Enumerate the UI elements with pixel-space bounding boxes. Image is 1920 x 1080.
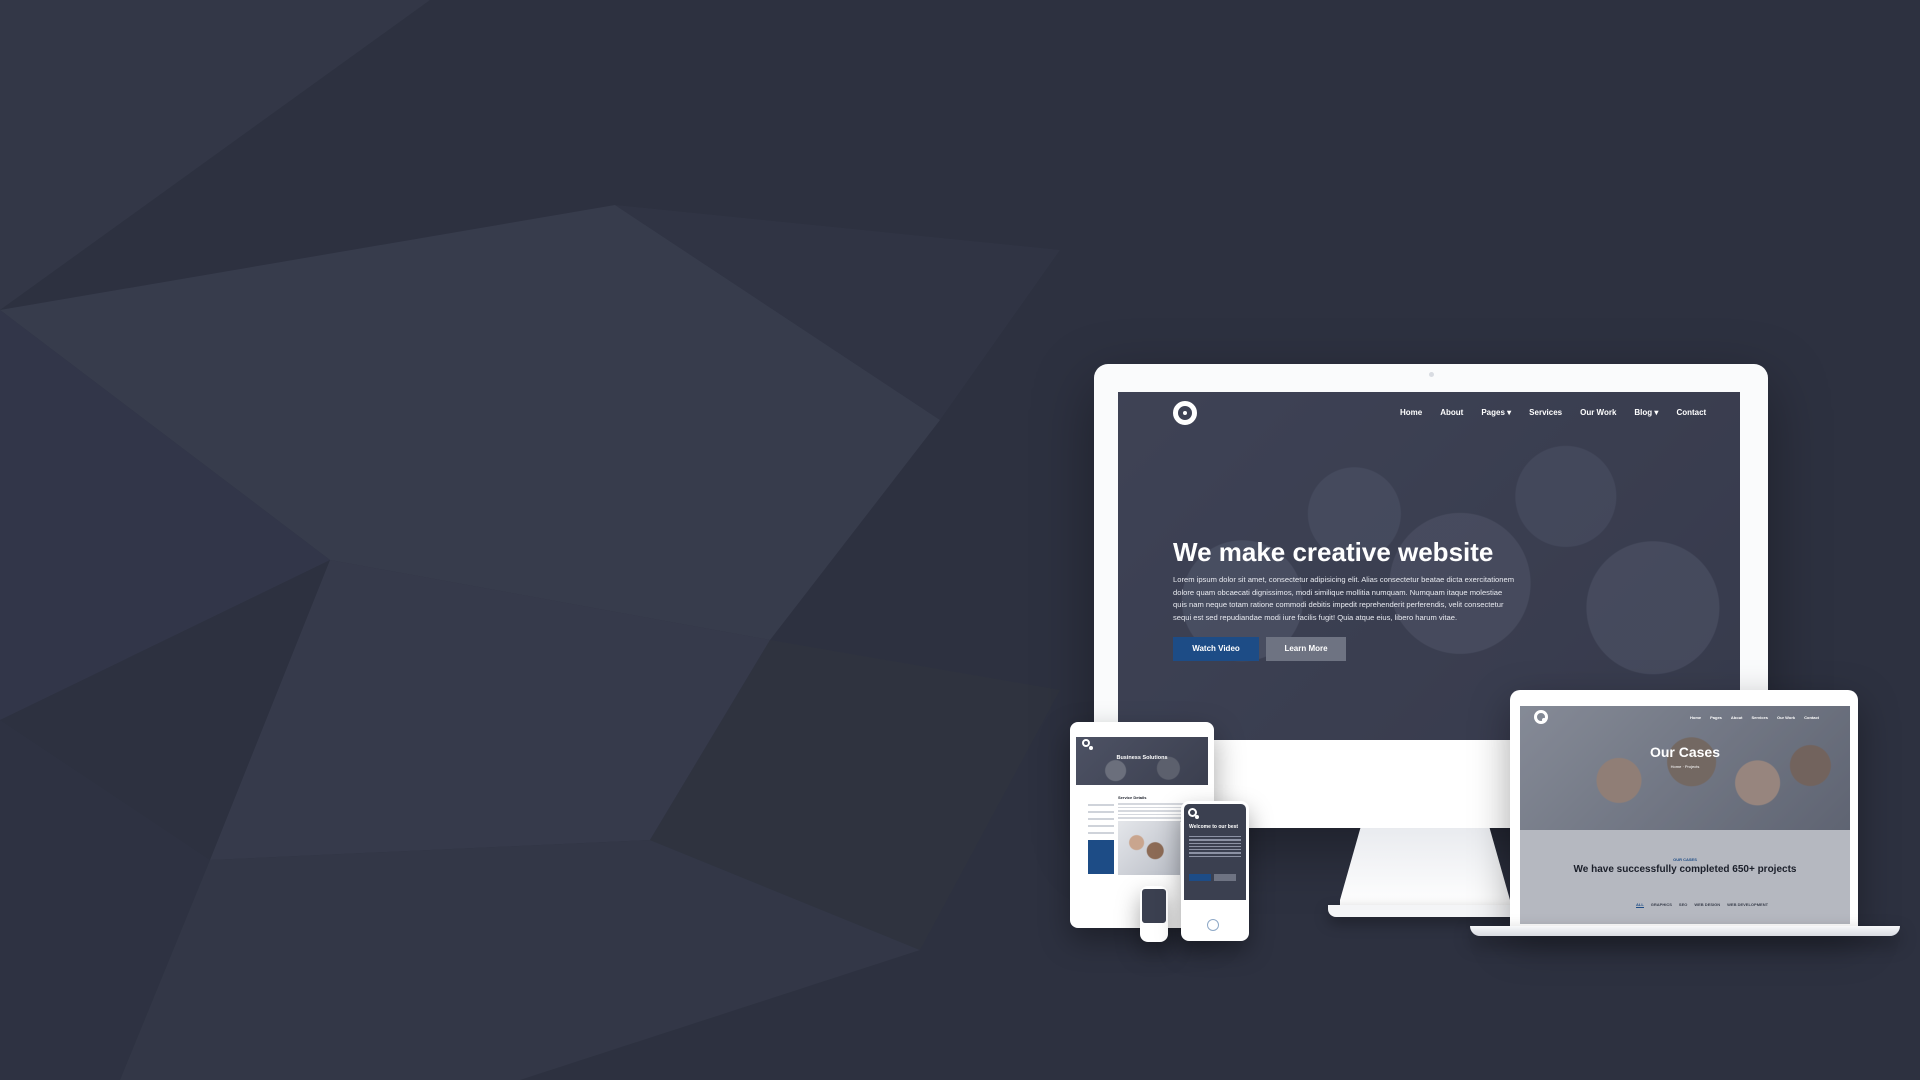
laptop-website-screen: Home Pages About Services Our Work Conta… (1520, 706, 1850, 924)
site-logo-icon[interactable] (1188, 808, 1199, 819)
phone-hero-title: Welcome to our best (1189, 824, 1239, 830)
project-filters: ALL GRAPHICS SEO WEB DESIGN WEB DEVELOPM… (1636, 902, 1768, 908)
tablet-hero-photo (1076, 737, 1208, 785)
monitor-foot (1328, 905, 1522, 917)
hero-description: Lorem ipsum dolor sit amet, consectetur … (1173, 575, 1515, 622)
nav-pages[interactable]: Pages ▾ (1481, 408, 1511, 417)
camera-dot (1429, 372, 1434, 377)
phone-primary-button[interactable] (1189, 874, 1211, 881)
desktop-website-screen: Home About Pages ▾ Services Our Work Blo… (1118, 392, 1740, 740)
site-logo-icon[interactable] (1173, 401, 1197, 425)
service-details-title: Service Details (1118, 795, 1147, 800)
nav-contact[interactable]: Contact (1676, 408, 1706, 417)
sidebar-cta-box[interactable] (1088, 840, 1114, 874)
small-phone-screen (1142, 889, 1166, 923)
site-logo-icon[interactable] (1082, 739, 1093, 750)
sidebar-menu (1088, 799, 1114, 839)
chevron-down-icon: ▾ (1507, 408, 1512, 417)
nav-blog[interactable]: Blog ▾ (1634, 408, 1658, 417)
filter-web-design[interactable]: WEB DESIGN (1694, 902, 1720, 908)
nav-about[interactable]: About (1731, 715, 1743, 720)
watch-video-button[interactable]: Watch Video (1173, 637, 1259, 661)
nav-home[interactable]: Home (1690, 715, 1701, 720)
laptop-mockup: Home Pages About Services Our Work Conta… (1510, 690, 1858, 928)
filter-web-development[interactable]: WEB DEVELOPMENT (1727, 902, 1768, 908)
learn-more-button[interactable]: Learn More (1266, 637, 1346, 661)
breadcrumb: Home · Projects (1670, 764, 1700, 769)
cases-title: Our Cases (1649, 744, 1721, 760)
nav-contact[interactable]: Contact (1804, 715, 1819, 720)
section-subheading: OUR CASES (1673, 857, 1697, 862)
site-logo-icon[interactable] (1534, 710, 1548, 724)
section-heading: We have successfully completed 650+ proj… (1573, 864, 1797, 875)
nav-services[interactable]: Services (1529, 408, 1562, 417)
lightbulb-icon (1207, 919, 1219, 931)
nav-services[interactable]: Services (1751, 715, 1767, 720)
laptop-base (1470, 926, 1900, 936)
service-photo (1118, 821, 1180, 875)
nav-our-work[interactable]: Our Work (1777, 715, 1795, 720)
chevron-down-icon: ▾ (1654, 408, 1659, 417)
phone-website-screen: Welcome to our best (1184, 804, 1246, 900)
nav-our-work[interactable]: Our Work (1580, 408, 1616, 417)
phone-hero-text (1189, 834, 1241, 859)
filter-graphics[interactable]: GRAPHICS (1651, 902, 1672, 908)
tablet-hero-title: Business Solutions (1116, 755, 1168, 761)
hero-title: We make creative website (1173, 537, 1494, 567)
filter-seo[interactable]: SEO (1679, 902, 1687, 908)
laptop-nav: Home Pages About Services Our Work Conta… (1690, 715, 1819, 720)
phone-mockup: Welcome to our best (1181, 801, 1249, 941)
phone-secondary-button[interactable] (1214, 874, 1236, 881)
nav-about[interactable]: About (1440, 408, 1463, 417)
monitor-stand (1340, 828, 1510, 908)
nav-pages[interactable]: Pages (1710, 715, 1722, 720)
nav-home[interactable]: Home (1400, 408, 1422, 417)
filter-all[interactable]: ALL (1636, 902, 1644, 908)
small-phone-mockup (1140, 886, 1168, 942)
desktop-nav: Home About Pages ▾ Services Our Work Blo… (1400, 408, 1706, 417)
